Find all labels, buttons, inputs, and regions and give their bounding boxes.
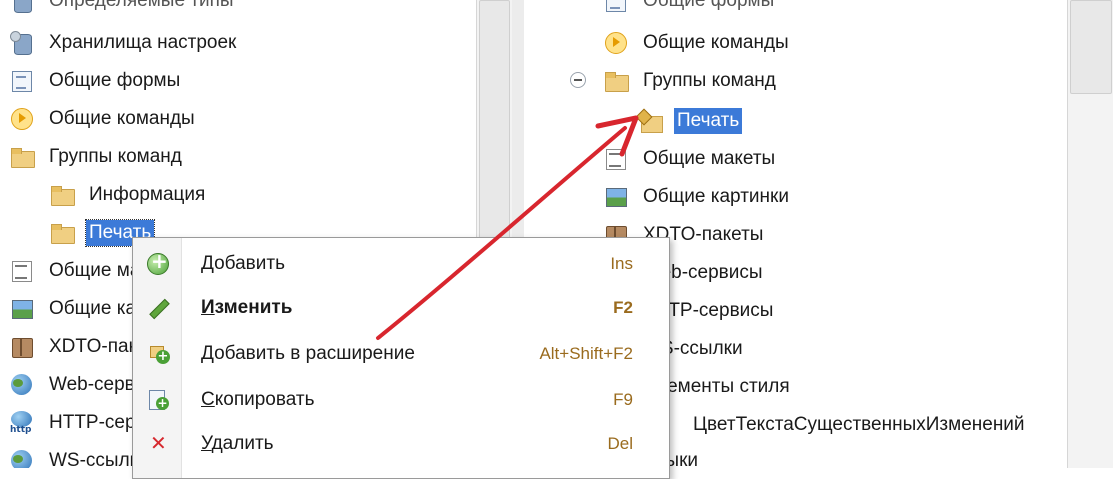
collapse-toggle-icon[interactable] <box>570 72 586 88</box>
tree-item-label: Общие формы <box>49 70 181 91</box>
tree-item-label: Определяемые типы <box>49 0 234 11</box>
tree-item-command-groups[interactable]: Группы команд <box>10 140 185 174</box>
tree-item-label: ЦветТекстаСущественныхИзменений <box>693 414 1025 435</box>
folder-icon <box>50 183 75 207</box>
tree-item-label: Общие команды <box>643 32 789 53</box>
menu-item-shortcut: Alt+Shift+F2 <box>539 344 633 363</box>
menu-item-label: Изменить <box>201 297 293 318</box>
tree-item-common-forms[interactable]: Общие формы <box>10 64 183 98</box>
tree-item-ws-links[interactable]: WS-ссылки <box>10 444 152 468</box>
menu-item-shortcut: Ins <box>610 254 633 273</box>
folder-icon <box>50 221 75 245</box>
layout-icon <box>10 259 34 283</box>
tree-item-common-pictures[interactable]: Общие картинки <box>604 180 792 214</box>
copy-icon <box>147 389 169 411</box>
menu-item-add[interactable]: Добавить Ins <box>133 244 669 284</box>
tree-item-common-forms-partial[interactable]: Общие формы <box>604 0 777 18</box>
command-icon <box>10 107 34 131</box>
tree-item-label: Общие формы <box>643 0 775 11</box>
command-icon <box>604 31 628 55</box>
scrollbar-thumb[interactable] <box>479 0 510 242</box>
edit-icon <box>147 297 169 319</box>
picture-icon <box>604 185 628 209</box>
tree-item-label: Общие картинки <box>643 186 789 207</box>
settings-storage-icon <box>10 31 34 55</box>
xdto-package-icon <box>10 335 34 359</box>
scrollbar-thumb[interactable] <box>1070 0 1112 94</box>
menu-item-add-to-extension[interactable]: Добавить в расширение Alt+Shift+F2 <box>133 334 669 374</box>
add-icon <box>147 249 169 275</box>
tree-item-common-layouts[interactable]: Общие макеты <box>604 142 778 176</box>
tree-item-label: Хранилища настроек <box>49 32 237 53</box>
tree-item-label: Группы команд <box>643 70 776 91</box>
extension-folder-icon <box>638 109 663 133</box>
form-icon <box>10 69 34 93</box>
tree-item-common-commands[interactable]: Общие команды <box>604 26 792 60</box>
menu-item-shortcut: F9 <box>613 390 633 409</box>
tree-item-command-groups[interactable]: Группы команд <box>604 64 779 98</box>
menu-item-label: Добавить в расширение <box>201 343 415 364</box>
globe-icon <box>10 373 34 397</box>
tree-item-print-extension[interactable]: Печать <box>638 104 743 138</box>
picture-icon <box>10 297 34 321</box>
menu-item-label: Удалить <box>201 433 274 454</box>
defined-types-icon <box>10 0 34 13</box>
menu-item-copy[interactable]: Скопировать F9 <box>133 380 669 420</box>
menu-item-edit[interactable]: Изменить F2 <box>133 288 669 328</box>
form-icon <box>604 0 628 13</box>
http-icon <box>10 411 34 435</box>
context-menu: Добавить Ins Изменить F2 Добавить в расш… <box>132 237 670 479</box>
tree-item-settings-storages[interactable]: Хранилища настроек <box>10 26 239 60</box>
tree-item-label: Печать <box>674 108 743 134</box>
menu-item-delete[interactable]: Удалить Del <box>133 424 669 464</box>
delete-icon <box>147 431 169 455</box>
tree-item-label: Группы команд <box>49 146 182 167</box>
tree-item-label: Информация <box>89 184 206 205</box>
layout-icon <box>604 147 628 171</box>
menu-item-label: Добавить <box>201 253 285 274</box>
menu-item-label: Скопировать <box>201 389 315 410</box>
folder-icon <box>10 145 35 169</box>
menu-item-shortcut: F2 <box>613 298 633 317</box>
tree-item-label: Общие макеты <box>643 148 776 169</box>
menu-item-shortcut: Del <box>607 434 633 453</box>
add-to-extension-icon <box>147 343 170 365</box>
tree-item-label: Общие команды <box>49 108 195 129</box>
folder-icon <box>604 69 629 93</box>
right-vertical-scrollbar[interactable] <box>1067 0 1113 468</box>
tree-item-text-color-style[interactable]: ЦветТекстаСущественныхИзменений <box>654 408 1028 442</box>
globe-icon <box>10 449 34 468</box>
tree-item-common-commands[interactable]: Общие команды <box>10 102 198 136</box>
tree-item-information[interactable]: Информация <box>50 178 208 212</box>
tree-item-defined-types[interactable]: Определяемые типы <box>10 0 237 18</box>
